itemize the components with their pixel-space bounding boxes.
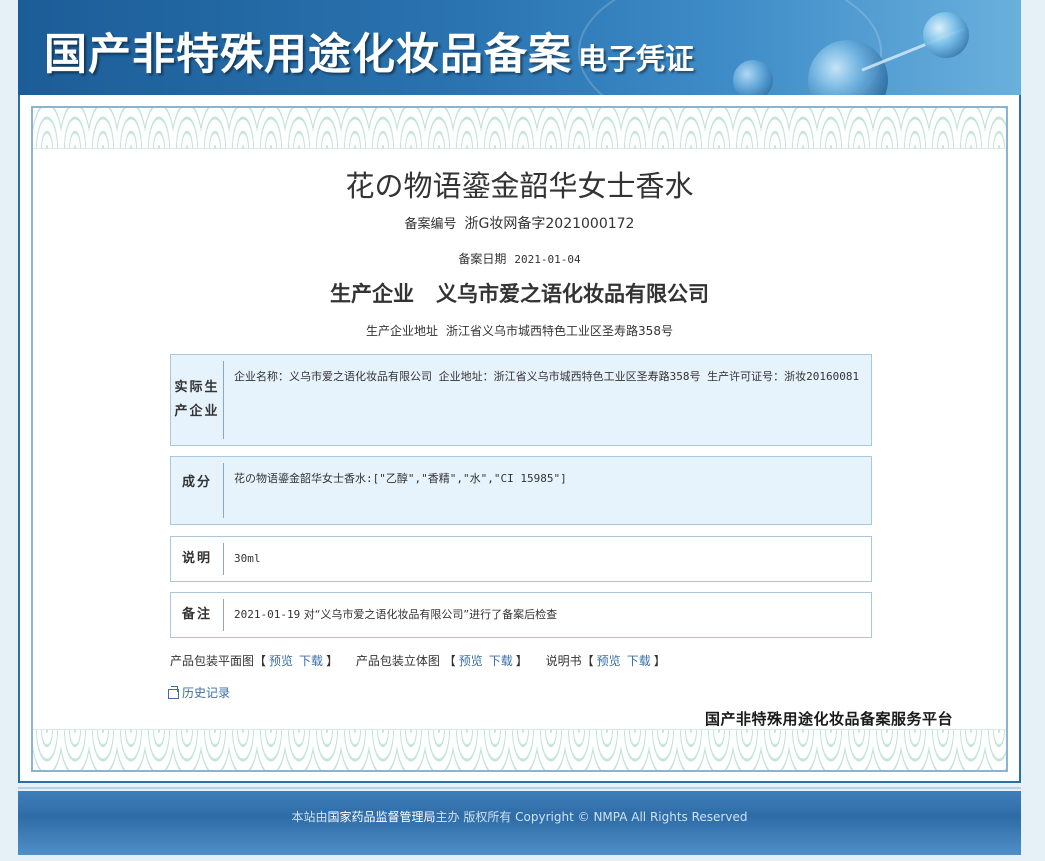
product-name: 花の物语鎏金韶华女士香水 <box>345 169 694 203</box>
registration-number-label: 备案编号 <box>404 217 457 232</box>
history-label[interactable]: 历史记录 <box>182 684 230 701</box>
description-label: 说明 <box>171 543 224 575</box>
footer-prefix: 本站由 <box>291 810 328 824</box>
banner-bubble <box>923 12 969 58</box>
header-banner: 国产非特殊用途化妆品备案 电子凭证 <box>18 0 1021 95</box>
main-frame: 花の物语鎏金韶华女士香水 备案编号 浙G妆网备字2021000172 备案日期 20… <box>18 95 1021 783</box>
remarks-box: 备注 2021-01-19 对“义乌市爱之语化妆品有限公司”进行了备案后检查 <box>170 592 872 638</box>
flat-package-preview-link[interactable]: 预览 <box>269 654 293 668</box>
footer-organization: 国家药品监督管理局 <box>327 810 436 824</box>
window-icon <box>168 685 179 699</box>
actual-producer-text: 企业名称：义乌市爱之语化妆品有限公司 企业地址：浙江省义乌市城西特色工业区圣寿路… <box>234 370 860 383</box>
bracket: 】 <box>515 654 528 668</box>
remarks-text: 对“义乌市爱之语化妆品有限公司”进行了备案后检查 <box>303 608 558 621</box>
producer-address-label: 生产企业地址 <box>366 324 439 338</box>
bracket: 】 <box>326 654 339 668</box>
registration-number: 浙G妆网备字2021000172 <box>464 216 635 232</box>
ingredients-text: 花の物语鎏金韶华女士香水:["乙醇","香精","水","CI 15985"] <box>234 472 567 485</box>
footer: 本站由国家药品监督管理局主办 版权所有 Copyright © NMPA All… <box>18 791 1021 855</box>
footer-copyright: 本站由国家药品监督管理局主办 版权所有 Copyright © NMPA All… <box>18 808 1021 825</box>
ingredients-box: 成分 花の物语鎏金韶华女士香水:["乙醇","香精","水","CI 15985… <box>170 456 872 525</box>
actual-producer-label: 实际生产企业 <box>171 361 224 439</box>
solid-package-preview-link[interactable]: 预览 <box>459 654 483 668</box>
remarks-label: 备注 <box>171 599 224 631</box>
manual-download-link[interactable]: 下载 <box>627 654 651 668</box>
footer-suffix: 主办 版权所有 Copyright © NMPA All Rights Rese… <box>435 810 748 824</box>
attachments-row: 产品包装平面图【 预览 下载】 产品包装立体图 【预览 下载】 说明书【 预览 下载】 <box>170 652 680 669</box>
remarks-text-row: 2021-01-19 对“义乌市爱之语化妆品有限公司”进行了备案后检查 <box>224 593 871 637</box>
manual-preview-link[interactable]: 预览 <box>597 654 621 668</box>
flat-package-label: 产品包装平面图 <box>170 654 255 668</box>
solid-package-group: 产品包装立体图 【预览 下载】 <box>356 654 532 668</box>
banner-bubble <box>733 60 773 95</box>
manual-label: 说明书 <box>545 654 582 668</box>
producer-address: 浙江省义乌市城西特色工业区圣寿路358号 <box>446 324 673 338</box>
manual-group: 说明书【 预览 下载】 <box>546 654 666 668</box>
description-box: 说明 30ml <box>170 536 872 582</box>
banner-subtitle: 电子凭证 <box>578 42 695 76</box>
certificate-panel: 花の物语鎏金韶华女士香水 备案编号 浙G妆网备字2021000172 备案日期 20… <box>31 106 1008 772</box>
producer-name: 义乌市爱之语化妆品有限公司 <box>436 281 709 306</box>
bracket: 【 <box>581 654 594 668</box>
producer-address-row: 生产企业地址 浙江省义乌市城西特色工业区圣寿路358号 <box>33 322 1006 339</box>
producer-row: 生产企业 义乌市爱之语化妆品有限公司 <box>33 278 1006 308</box>
registration-number-row: 备案编号 浙G妆网备字2021000172 <box>33 213 1006 233</box>
registration-date-label: 备案日期 <box>458 252 507 266</box>
guilloche-border-top <box>33 108 1006 149</box>
bracket: 【 <box>443 654 456 668</box>
solid-package-download-link[interactable]: 下载 <box>489 654 513 668</box>
banner-title: 国产非特殊用途化妆品备案 <box>44 30 572 80</box>
page-container: 国产非特殊用途化妆品备案 电子凭证 花の物语鎏金韶华女士香水 备案编号 浙G妆网备… <box>18 0 1021 861</box>
actual-producer-box: 实际生产企业 企业名称：义乌市爱之语化妆品有限公司 企业地址：浙江省义乌市城西特… <box>170 354 872 446</box>
history-link[interactable]: 历史记录 <box>168 684 230 701</box>
bracket: 【 <box>254 654 267 668</box>
guilloche-border-bottom <box>33 729 1006 770</box>
platform-name: 国产非特殊用途化妆品备案服务平台 <box>705 710 954 728</box>
ingredients-label: 成分 <box>171 463 224 518</box>
registration-date-row: 备案日期 2021-01-04 <box>33 250 1006 267</box>
registration-date: 2021-01-04 <box>514 253 581 266</box>
flat-package-download-link[interactable]: 下载 <box>299 654 323 668</box>
description-text: 30ml <box>234 552 261 565</box>
bracket: 】 <box>653 654 666 668</box>
solid-package-label: 产品包装立体图 <box>355 654 440 668</box>
producer-label: 生产企业 <box>330 281 414 306</box>
flat-package-group: 产品包装平面图【 预览 下载】 <box>170 654 342 668</box>
footer-divider <box>18 787 1021 789</box>
remarks-date: 2021-01-19 <box>234 608 301 621</box>
